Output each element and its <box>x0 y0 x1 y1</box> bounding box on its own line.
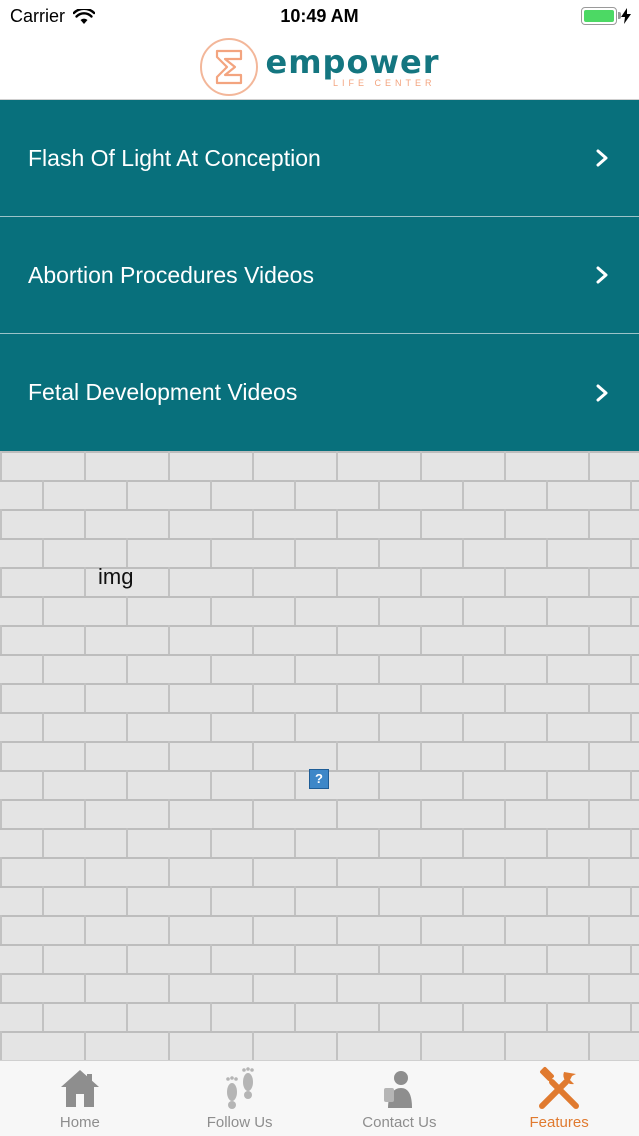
logo-subtitle: LIFE CENTER <box>332 77 436 88</box>
menu-item-label: Flash Of Light At Conception <box>28 144 321 171</box>
battery-cap <box>618 12 621 19</box>
brick-row <box>0 915 639 944</box>
status-right <box>581 7 631 25</box>
tab-home[interactable]: Home <box>0 1061 160 1136</box>
status-bar: Carrier 10:49 AM <box>0 0 639 34</box>
brick-row <box>0 799 639 828</box>
brick-row <box>0 596 639 625</box>
menu-item-flash-of-light[interactable]: Flash Of Light At Conception <box>0 100 639 217</box>
brick-wall-background: img ? <box>0 451 639 1060</box>
menu-item-fetal-development[interactable]: Fetal Development Videos <box>0 334 639 451</box>
tab-contact-us[interactable]: Contact Us <box>320 1061 480 1136</box>
tab-follow-us[interactable]: Follow Us <box>160 1061 320 1136</box>
tab-features[interactable]: Features <box>479 1061 639 1136</box>
tab-label: Home <box>59 1114 100 1131</box>
home-icon <box>60 1070 99 1107</box>
brick-row <box>0 480 639 509</box>
brick-row <box>0 944 639 973</box>
tab-bar: Home Follow Us Contact Us Features <box>0 1060 639 1136</box>
status-time: 10:49 AM <box>280 6 359 26</box>
logo-e-shape <box>215 49 242 84</box>
chevron-right-icon <box>596 266 608 284</box>
brick-row <box>0 451 639 480</box>
logo-mark-icon <box>199 37 258 96</box>
brick-row <box>0 712 639 741</box>
brick-row <box>0 567 639 596</box>
brick-row <box>0 654 639 683</box>
chevron-right-icon <box>596 384 608 401</box>
brick-row <box>0 886 639 915</box>
brick-row <box>0 1002 639 1031</box>
app-header: empower LIFE CENTER <box>0 34 639 100</box>
brick-row <box>0 973 639 1002</box>
broken-image-icon: ? <box>309 769 329 789</box>
brick-row <box>0 828 639 857</box>
tab-label: Follow Us <box>206 1114 273 1131</box>
brick-row <box>0 625 639 654</box>
tab-label: Contact Us <box>362 1114 437 1131</box>
tab-label: Features <box>529 1114 589 1131</box>
brick-row <box>0 538 639 567</box>
menu-item-label: Abortion Procedures Videos <box>28 261 314 288</box>
brick-row <box>0 741 639 770</box>
logo-text: empower LIFE CENTER <box>266 46 440 88</box>
battery-level <box>584 10 614 22</box>
brick-row <box>0 857 639 886</box>
menu-item-abortion-procedures[interactable]: Abortion Procedures Videos <box>0 217 639 334</box>
contact-person-icon <box>384 1071 413 1108</box>
video-menu-list: Flash Of Light At Conception Abortion Pr… <box>0 100 639 451</box>
chevron-right-icon <box>596 149 608 167</box>
menu-item-label: Fetal Development Videos <box>28 379 298 405</box>
logo-word: empower <box>265 42 440 81</box>
brick-row <box>0 1031 639 1060</box>
brick-row <box>0 683 639 712</box>
logo: empower LIFE CENTER <box>199 37 440 96</box>
brick-row <box>0 509 639 538</box>
tools-icon <box>539 1067 580 1109</box>
image-alt-text: img <box>98 564 134 589</box>
footprints-icon <box>225 1067 254 1109</box>
battery-icon <box>581 7 621 25</box>
charging-bolt-icon <box>621 8 631 24</box>
